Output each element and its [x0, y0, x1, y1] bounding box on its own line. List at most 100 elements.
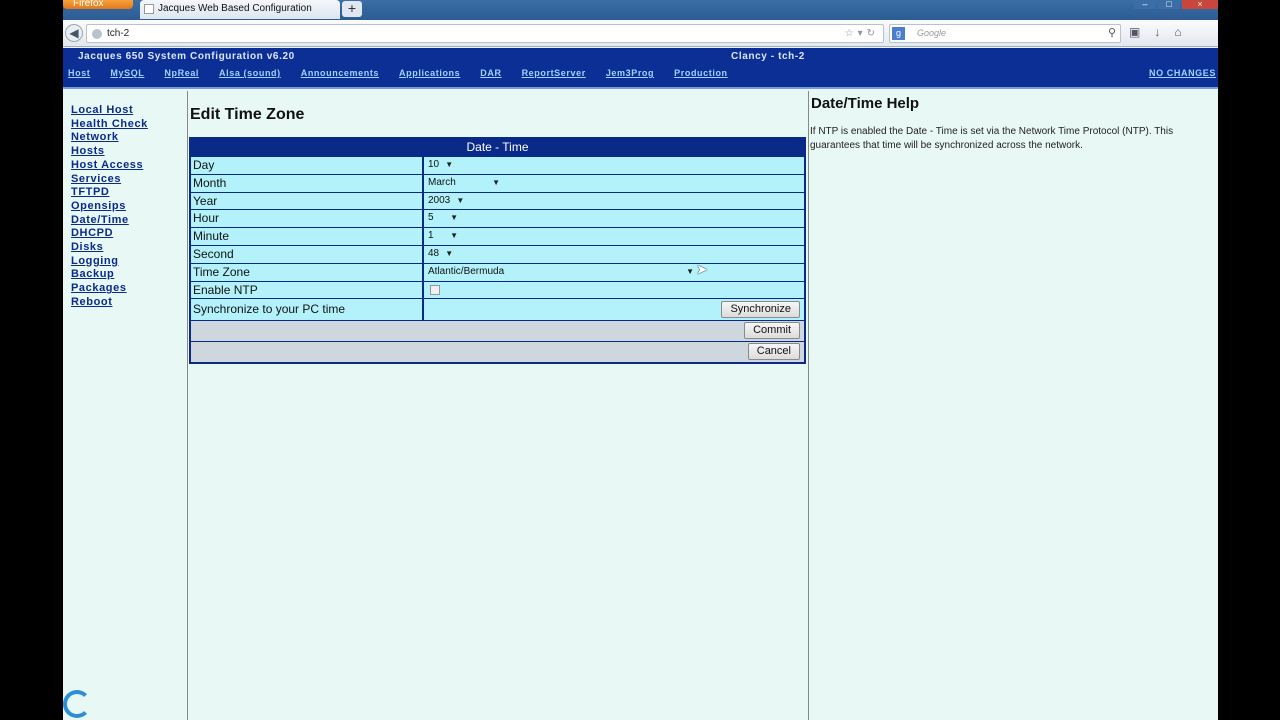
help-panel: Date/Time Help If NTP is enabled the Dat… [808, 91, 1218, 720]
ntp-label: Enable NTP [191, 281, 424, 299]
window-controls: – □ × [1134, 0, 1218, 10]
logo-icon [63, 690, 91, 718]
close-icon[interactable]: × [1182, 0, 1218, 9]
row-timezone: Time Zone Atlantic/Bermuda ▼ [191, 262, 804, 281]
navigation-bar: ◀ tch-2 ☆▾↻ g Google ⚲ ▣ ↓ ⌂ [63, 20, 1218, 47]
row-second: Second 48 ▼ [191, 244, 804, 263]
maximize-icon[interactable]: □ [1158, 0, 1180, 9]
row-hour: Hour 5 ▼ [191, 209, 804, 228]
row-day: Day 10 ▼ [191, 156, 804, 174]
sidebar-item-opensips[interactable]: Opensips [71, 200, 148, 214]
sidebar-item-hosts[interactable]: Hosts [71, 145, 148, 159]
page-icon [144, 4, 154, 14]
chevron-down-icon: ▼ [456, 195, 465, 205]
row-month: Month March ▼ [191, 173, 804, 192]
sidebar-item-disks[interactable]: Disks [71, 241, 148, 255]
back-arrow-icon[interactable]: ◀ [65, 24, 83, 42]
chevron-down-icon: ▼ [686, 266, 694, 276]
nav-host[interactable]: Host [68, 68, 90, 78]
downloads-icon[interactable]: ↓ [1154, 25, 1160, 39]
timezone-label: Time Zone [191, 263, 424, 281]
nav-announcements[interactable]: Announcements [301, 68, 379, 78]
sidebar: Local Host Health Check Network Hosts Ho… [63, 91, 188, 720]
bookmarks-icon[interactable]: ▣ [1129, 25, 1140, 39]
row-cancel: Cancel [191, 341, 804, 363]
search-icon[interactable]: ⚲ [1108, 25, 1116, 42]
second-select[interactable]: 48 ▼ [428, 246, 453, 262]
sidebar-item-packages[interactable]: Packages [71, 282, 148, 296]
sidebar-item-reboot[interactable]: Reboot [71, 296, 148, 310]
minute-select[interactable]: 1 ▼ [428, 228, 458, 244]
chevron-down-icon: ▼ [445, 160, 454, 169]
nav-reportserver[interactable]: ReportServer [522, 68, 586, 78]
sidebar-item-logging[interactable]: Logging [71, 255, 148, 269]
row-minute: Minute 1 ▼ [191, 227, 804, 245]
app-title: Jacques 650 System Configuration v6.20 [78, 51, 295, 62]
sidebar-item-backup[interactable]: Backup [71, 268, 148, 282]
day-label: Day [191, 157, 424, 174]
month-label: Month [191, 174, 424, 192]
reload-icon[interactable]: ↻ [867, 28, 879, 39]
commit-button[interactable]: Commit [744, 322, 800, 340]
nav-jem3prog[interactable]: Jem3Prog [606, 68, 654, 78]
new-tab-button[interactable]: + [342, 1, 362, 17]
url-text: tch-2 [107, 28, 130, 39]
synchronize-button[interactable]: Synchronize [721, 301, 800, 319]
tab-bar: Firefox Jacques Web Based Configuration … [63, 0, 1218, 20]
sidebar-item-health-check[interactable]: Health Check [71, 118, 148, 132]
sidebar-item-tftpd[interactable]: TFTPD [71, 186, 148, 200]
nav-npreal[interactable]: NpReal [164, 68, 199, 78]
sidebar-item-network[interactable]: Network [71, 131, 148, 145]
firefox-menu-button[interactable]: Firefox [63, 0, 133, 9]
browser-window: Firefox Jacques Web Based Configuration … [63, 0, 1218, 720]
screen: Firefox Jacques Web Based Configuration … [0, 0, 1280, 720]
page-title: Edit Time Zone [190, 106, 305, 123]
dropdown-arrow-icon[interactable]: ▾ [858, 28, 867, 39]
sidebar-item-dhcpd[interactable]: DHCPD [71, 227, 148, 241]
hour-select[interactable]: 5 ▼ [428, 210, 458, 226]
row-ntp: Enable NTP [191, 280, 804, 299]
timezone-select[interactable]: Atlantic/Bermuda ▼ [428, 264, 694, 280]
tab-title: Jacques Web Based Configuration [158, 3, 312, 14]
help-title: Date/Time Help [811, 95, 920, 112]
sidebar-item-date-time[interactable]: Date/Time [71, 214, 148, 228]
search-bar[interactable]: g Google ⚲ [889, 24, 1121, 43]
minimize-icon[interactable]: – [1134, 0, 1156, 9]
help-text: If NTP is enabled the Date - Time is set… [810, 126, 1174, 151]
second-label: Second [191, 245, 424, 263]
sidebar-item-services[interactable]: Services [71, 173, 148, 187]
hour-label: Hour [191, 210, 424, 228]
google-icon: g [892, 27, 905, 40]
bookmark-star-icon[interactable]: ☆ [845, 28, 858, 39]
year-select[interactable]: 2003 ▼ [428, 193, 464, 209]
sidebar-item-host-access[interactable]: Host Access [71, 159, 148, 173]
nav-alsa[interactable]: Alsa (sound) [219, 68, 281, 78]
nav-applications[interactable]: Applications [399, 68, 460, 78]
top-navigation: Host MySQL NpReal Alsa (sound) Announcem… [68, 68, 748, 78]
cancel-button[interactable]: Cancel [747, 343, 800, 361]
ntp-checkbox[interactable] [430, 284, 440, 295]
main-content: Edit Time Zone Date - Time Day 10 ▼ Month… [189, 91, 809, 720]
nav-production[interactable]: Production [674, 68, 728, 78]
row-sync: Synchronize to your PC time Synchronize [191, 298, 804, 321]
chevron-down-icon: ▼ [450, 231, 458, 241]
day-select[interactable]: 10 ▼ [428, 157, 453, 173]
host-title: Clancy - tch-2 [731, 51, 805, 62]
sidebar-item-local-host[interactable]: Local Host [71, 104, 148, 118]
nav-mysql[interactable]: MySQL [110, 68, 144, 78]
form-header: Date - Time [191, 139, 804, 156]
chevron-down-icon: ▼ [445, 248, 454, 258]
home-icon[interactable]: ⌂ [1174, 25, 1181, 39]
sync-label: Synchronize to your PC time [191, 299, 424, 321]
nav-dar[interactable]: DAR [480, 68, 501, 78]
browser-tab[interactable]: Jacques Web Based Configuration [140, 0, 340, 19]
change-status-link[interactable]: NO CHANGES [1149, 68, 1216, 78]
year-label: Year [191, 192, 424, 210]
globe-icon [92, 29, 102, 39]
row-year: Year 2003 ▼ [191, 191, 804, 210]
date-time-form: Date - Time Day 10 ▼ Month March ▼ Year 20… [189, 137, 806, 365]
chevron-down-icon: ▼ [492, 177, 500, 187]
url-bar[interactable]: tch-2 ☆▾↻ [86, 24, 884, 43]
chevron-down-icon: ▼ [450, 213, 458, 223]
month-select[interactable]: March ▼ [428, 175, 500, 191]
